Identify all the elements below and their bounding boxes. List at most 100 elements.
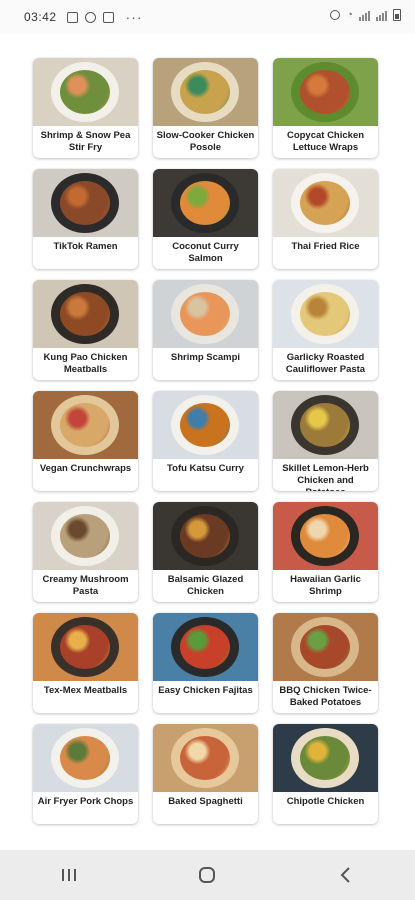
recipe-card[interactable]: Skillet Lemon-Herb Chicken and Potatoes (273, 391, 378, 491)
recipe-image (33, 58, 138, 126)
recipe-card[interactable]: Chipotle Chicken (273, 724, 378, 824)
recipe-card[interactable]: Tofu Katsu Curry (153, 391, 258, 491)
battery-icon (393, 9, 401, 21)
back-icon (340, 867, 350, 883)
recipe-title: Shrimp Scampi (170, 352, 241, 363)
home-icon (199, 867, 216, 883)
recipe-card[interactable]: Creamy Mushroom Pasta (33, 502, 138, 602)
recents-icon (62, 869, 77, 881)
recipe-image (153, 169, 258, 237)
recipe-image (33, 280, 138, 348)
dish-food (60, 292, 110, 336)
recipe-card[interactable]: Air Fryer Pork Chops (33, 724, 138, 824)
recipe-image (33, 502, 138, 570)
recipe-image (33, 391, 138, 459)
recipe-image (273, 169, 378, 237)
recipe-image (153, 58, 258, 126)
dish-food (300, 403, 350, 447)
recipe-card[interactable]: Coconut Curry Salmon (153, 169, 258, 269)
recipe-image (273, 502, 378, 570)
recipe-title: Creamy Mushroom Pasta (42, 574, 129, 597)
recipe-title: Tofu Katsu Curry (167, 463, 244, 474)
signal-2-icon (376, 10, 387, 21)
recipe-card[interactable]: Vegan Crunchwraps (33, 391, 138, 491)
back-button[interactable] (326, 860, 366, 890)
recipe-title: Garlicky Roasted Cauliflower Pasta (285, 352, 366, 375)
wifi-icon: ◔ (346, 9, 353, 21)
dish-food (180, 70, 230, 114)
signal-icon (359, 10, 370, 21)
dish-food (60, 181, 110, 225)
recipe-title: TikTok Ramen (53, 241, 118, 252)
recipe-card[interactable]: Copycat Chicken Lettuce Wraps (273, 58, 378, 158)
recipe-title: BBQ Chicken Twice-Baked Potatoes (279, 685, 372, 708)
app-notification-icon (84, 11, 96, 23)
recipe-card[interactable]: Baked Spaghetti (153, 724, 258, 824)
recipe-image (153, 391, 258, 459)
recipe-title: Slow-Cooker Chicken Posole (156, 130, 255, 153)
recipe-image (273, 724, 378, 792)
recipe-title: Air Fryer Pork Chops (37, 796, 134, 807)
dish-food (300, 736, 350, 780)
more-notifications-icon: ··· (125, 9, 143, 25)
dish-food (180, 736, 230, 780)
recipe-card[interactable]: Easy Chicken Fajitas (153, 613, 258, 713)
home-button[interactable] (187, 860, 227, 890)
dish-food (60, 514, 110, 558)
recipe-card[interactable]: Tex-Mex Meatballs (33, 613, 138, 713)
recipe-title: Baked Spaghetti (168, 796, 243, 807)
dish-food (300, 70, 350, 114)
recipe-title: Hawaiian Garlic Shrimp (290, 574, 361, 597)
dish-food (60, 736, 110, 780)
dish-food (300, 514, 350, 558)
dish-food (300, 181, 350, 225)
dish-food (180, 181, 230, 225)
recipe-title: Balsamic Glazed Chicken (167, 574, 244, 597)
recipe-card[interactable]: Shrimp & Snow Pea Stir Fry (33, 58, 138, 158)
dish-food (180, 292, 230, 336)
recipe-title: Skillet Lemon-Herb Chicken and Potatoes (282, 463, 369, 491)
recipe-image (33, 613, 138, 681)
recipe-title: Vegan Crunchwraps (39, 463, 132, 474)
recipe-card[interactable]: Thai Fried Rice (273, 169, 378, 269)
recipe-card[interactable]: Balsamic Glazed Chicken (153, 502, 258, 602)
recipe-title: Copycat Chicken Lettuce Wraps (286, 130, 365, 153)
dish-food (300, 292, 350, 336)
recipe-card[interactable]: Hawaiian Garlic Shrimp (273, 502, 378, 602)
recipe-image (153, 502, 258, 570)
recipe-card[interactable]: Garlicky Roasted Cauliflower Pasta (273, 280, 378, 380)
dish-food (300, 625, 350, 669)
recipe-card[interactable]: Kung Pao Chicken Meatballs (33, 280, 138, 380)
status-bar: 03:42 ··· ◔ (0, 0, 415, 34)
recipe-image (33, 724, 138, 792)
recents-button[interactable] (49, 860, 89, 890)
navigation-bar (0, 850, 415, 900)
dish-food (60, 625, 110, 669)
recipe-image (273, 280, 378, 348)
recipe-card[interactable]: Shrimp Scampi (153, 280, 258, 380)
recipe-card[interactable]: Slow-Cooker Chicken Posole (153, 58, 258, 158)
recipe-image (273, 613, 378, 681)
recipe-card[interactable]: BBQ Chicken Twice-Baked Potatoes (273, 613, 378, 713)
recipe-image (273, 391, 378, 459)
recipe-title: Kung Pao Chicken Meatballs (43, 352, 128, 375)
dish-food (60, 403, 110, 447)
gallery-notification-icon (66, 11, 78, 23)
recipe-title: Coconut Curry Salmon (172, 241, 239, 264)
recipe-title: Tex-Mex Meatballs (43, 685, 128, 696)
status-time: 03:42 (24, 10, 57, 24)
recipe-image (153, 724, 258, 792)
recipe-card[interactable]: TikTok Ramen (33, 169, 138, 269)
recipe-image (153, 280, 258, 348)
recipe-image (33, 169, 138, 237)
recipe-image (273, 58, 378, 126)
recipe-title: Shrimp & Snow Pea Stir Fry (40, 130, 131, 153)
recipe-image (153, 613, 258, 681)
recipe-grid: Shrimp & Snow Pea Stir Fry Slow-Cooker Ch… (33, 58, 378, 824)
shield-notification-icon (102, 11, 114, 23)
dish-food (180, 403, 230, 447)
dish-food (180, 625, 230, 669)
recipe-title: Easy Chicken Fajitas (158, 685, 253, 696)
alarm-icon (330, 10, 341, 20)
recipe-title: Chipotle Chicken (286, 796, 365, 807)
